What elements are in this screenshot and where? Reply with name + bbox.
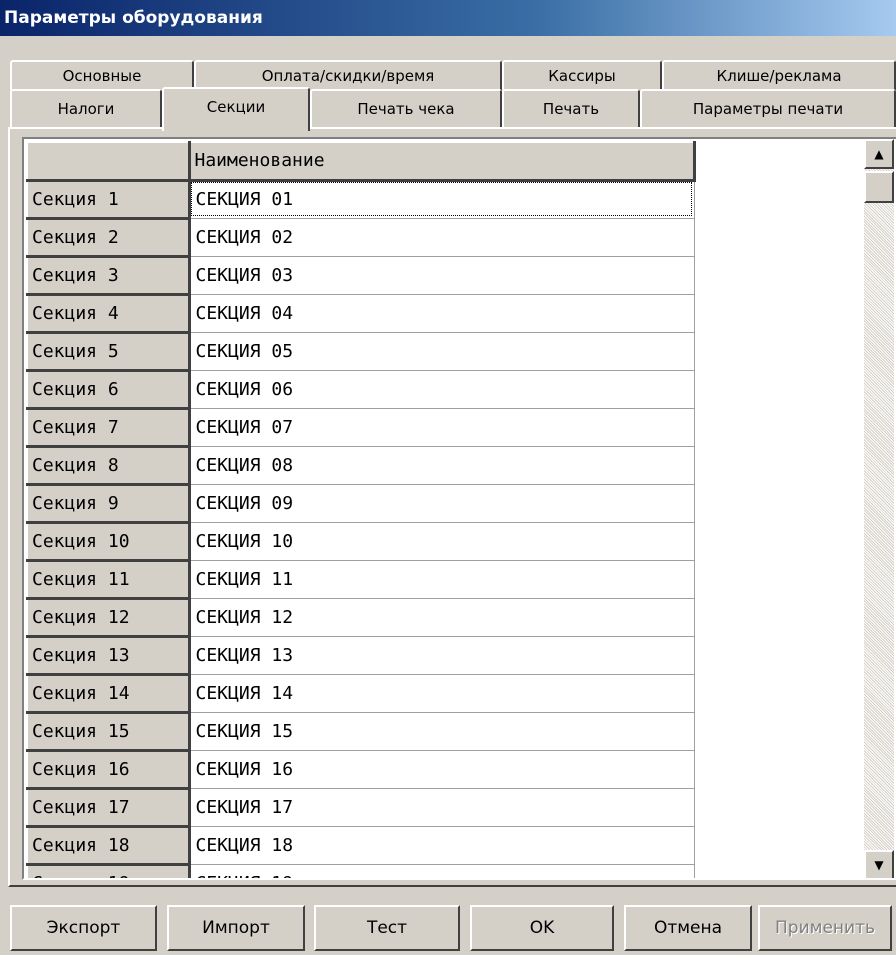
section-name-cell[interactable]: СЕКЦИЯ 09 (189, 484, 695, 523)
section-name-cell[interactable]: СЕКЦИЯ 11 (189, 560, 695, 599)
table-row[interactable]: Секция 8 СЕКЦИЯ 08 (26, 445, 695, 486)
tab-kassiry[interactable]: Кассиры (502, 60, 662, 90)
row-header-label: Секция 9 (26, 483, 191, 524)
row-header-label: Секция 2 (26, 217, 191, 258)
tab-oplata-skidki-vremya[interactable]: Оплата/скидки/время (194, 60, 502, 90)
section-name-cell[interactable]: СЕКЦИЯ 03 (189, 256, 695, 295)
section-name-cell[interactable]: СЕКЦИЯ 17 (189, 788, 695, 827)
scroll-down-button[interactable]: ▼ (864, 850, 894, 878)
apply-button: Применить (758, 905, 892, 951)
row-header-label: Секция 1 (26, 179, 191, 220)
tab-osnovnye[interactable]: Основные (10, 60, 194, 90)
scroll-up-button[interactable]: ▲ (864, 139, 894, 169)
row-header-label: Секция 17 (26, 787, 191, 828)
section-name-cell[interactable]: СЕКЦИЯ 12 (189, 598, 695, 637)
table-row[interactable]: Секция 13 СЕКЦИЯ 13 (26, 635, 695, 676)
export-button[interactable]: Экспорт (10, 905, 157, 951)
row-header-label: Секция 12 (26, 597, 191, 638)
row-header-label: Секция 8 (26, 445, 191, 486)
row-header-label: Секция 16 (26, 749, 191, 790)
section-name-cell[interactable]: СЕКЦИЯ 19 (189, 864, 695, 878)
arrow-down-icon: ▼ (874, 858, 884, 872)
grid-corner-cell (26, 141, 191, 182)
section-name-cell[interactable]: СЕКЦИЯ 02 (189, 218, 695, 257)
table-row[interactable]: Секция 3 СЕКЦИЯ 03 (26, 255, 695, 296)
table-row[interactable]: Секция 16 СЕКЦИЯ 16 (26, 749, 695, 790)
row-header-label: Секция 19 (26, 863, 191, 878)
tab-pechat[interactable]: Печать (502, 89, 640, 127)
section-name-cell[interactable]: СЕКЦИЯ 15 (189, 712, 695, 751)
tab-parametry-pechati[interactable]: Параметры печати (640, 89, 896, 127)
row-header-label: Секция 10 (26, 521, 191, 562)
table-row[interactable]: Секция 15 СЕКЦИЯ 15 (26, 711, 695, 752)
section-name-cell[interactable]: СЕКЦИЯ 04 (189, 294, 695, 333)
test-button[interactable]: Тест (314, 905, 460, 951)
table-row[interactable]: Секция 7 СЕКЦИЯ 07 (26, 407, 695, 448)
tab-pechat-cheka[interactable]: Печать чека (310, 89, 502, 127)
section-name-cell[interactable]: СЕКЦИЯ 14 (189, 674, 695, 713)
section-name-cell[interactable]: СЕКЦИЯ 01 (189, 180, 695, 219)
scroll-thumb[interactable] (864, 171, 894, 203)
row-header-label: Секция 4 (26, 293, 191, 334)
import-button[interactable]: Импорт (167, 905, 305, 951)
section-name-cell[interactable]: СЕКЦИЯ 10 (189, 522, 695, 561)
table-row[interactable]: Секция 6 СЕКЦИЯ 06 (26, 369, 695, 410)
section-name-cell[interactable]: СЕКЦИЯ 08 (189, 446, 695, 485)
row-header-label: Секция 5 (26, 331, 191, 372)
table-row[interactable]: Секция 5 СЕКЦИЯ 05 (26, 331, 695, 372)
table-row[interactable]: Секция 11 СЕКЦИЯ 11 (26, 559, 695, 600)
table-row[interactable]: Секция 9 СЕКЦИЯ 09 (26, 483, 695, 524)
table-row[interactable]: Секция 19СЕКЦИЯ 19 (26, 863, 695, 878)
row-header-label: Секция 11 (26, 559, 191, 600)
column-header-name[interactable]: Наименование (188, 141, 696, 182)
section-name-cell[interactable]: СЕКЦИЯ 07 (189, 408, 695, 447)
section-name-cell[interactable]: СЕКЦИЯ 18 (189, 826, 695, 865)
section-name-cell[interactable]: СЕКЦИЯ 16 (189, 750, 695, 789)
table-row[interactable]: Секция 1 СЕКЦИЯ 01 (26, 179, 695, 220)
tab-sektsii[interactable]: Секции (162, 87, 310, 131)
arrow-up-icon: ▲ (874, 147, 884, 161)
vertical-scrollbar[interactable]: ▲ ▼ (864, 139, 894, 878)
row-header-label: Секция 6 (26, 369, 191, 410)
table-row[interactable]: Секция 12 СЕКЦИЯ 12 (26, 597, 695, 638)
tab-nalogi[interactable]: Налоги (10, 89, 162, 127)
table-row[interactable]: Секция 10 СЕКЦИЯ 10 (26, 521, 695, 562)
cancel-button[interactable]: Отмена (624, 905, 752, 951)
grid-header-row: Наименование (26, 141, 696, 182)
table-row[interactable]: Секция 14 СЕКЦИЯ 14 (26, 673, 695, 714)
row-header-label: Секция 13 (26, 635, 191, 676)
table-row[interactable]: Секция 2 СЕКЦИЯ 02 (26, 217, 695, 258)
row-header-label: Секция 15 (26, 711, 191, 752)
row-header-label: Секция 14 (26, 673, 191, 714)
section-name-cell[interactable]: СЕКЦИЯ 13 (189, 636, 695, 675)
row-header-label: Секция 18 (26, 825, 191, 866)
grid-table: Наименование Секция 1 СЕКЦИЯ 01 Секция 2 СЕ… (26, 141, 696, 878)
window-title: Параметры оборудования (0, 0, 896, 36)
tab-klishe-reklama[interactable]: Клише/реклама (662, 60, 896, 90)
table-row[interactable]: Секция 18 СЕКЦИЯ 18 (26, 825, 695, 866)
sections-grid[interactable]: Наименование Секция 1 СЕКЦИЯ 01 Секция 2 СЕ… (22, 137, 896, 880)
section-name-cell[interactable]: СЕКЦИЯ 06 (189, 370, 695, 409)
section-name-cell[interactable]: СЕКЦИЯ 05 (189, 332, 695, 371)
row-header-label: Секция 3 (26, 255, 191, 296)
ok-button[interactable]: OK (470, 905, 614, 951)
table-row[interactable]: Секция 17 СЕКЦИЯ 17 (26, 787, 695, 828)
row-header-label: Секция 7 (26, 407, 191, 448)
table-row[interactable]: Секция 4 СЕКЦИЯ 04 (26, 293, 695, 334)
